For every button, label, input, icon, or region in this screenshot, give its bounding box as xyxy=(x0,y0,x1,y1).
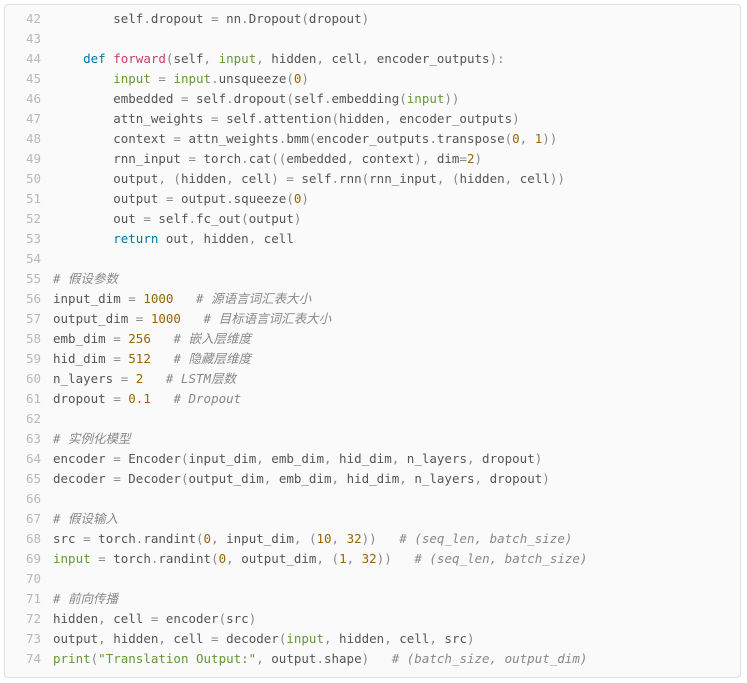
line-code: dropout = 0.1 # Dropout xyxy=(53,389,241,409)
code-line: 66 xyxy=(5,489,740,509)
line-number: 74 xyxy=(5,649,53,669)
code-line: 57output_dim = 1000 # 目标语言词汇表大小 xyxy=(5,309,740,329)
line-code: out = self.fc_out(output) xyxy=(53,209,301,229)
line-number: 59 xyxy=(5,349,53,369)
code-line: 46 embedded = self.dropout(self.embeddin… xyxy=(5,89,740,109)
line-code: input = torch.randint(0, output_dim, (1,… xyxy=(53,549,587,569)
line-number: 43 xyxy=(5,29,53,49)
line-code: context = attn_weights.bmm(encoder_outpu… xyxy=(53,129,557,149)
line-number: 73 xyxy=(5,629,53,649)
line-code: output_dim = 1000 # 目标语言词汇表大小 xyxy=(53,309,331,329)
line-number: 60 xyxy=(5,369,53,389)
code-line: 67# 假设输入 xyxy=(5,509,740,529)
line-number: 55 xyxy=(5,269,53,289)
line-code: decoder = Decoder(output_dim, emb_dim, h… xyxy=(53,469,550,489)
line-number: 71 xyxy=(5,589,53,609)
code-line: 73output, hidden, cell = decoder(input, … xyxy=(5,629,740,649)
code-line: 48 context = attn_weights.bmm(encoder_ou… xyxy=(5,129,740,149)
code-line: 74print("Translation Output:", output.sh… xyxy=(5,649,740,669)
line-code: encoder = Encoder(input_dim, emb_dim, hi… xyxy=(53,449,542,469)
line-number: 70 xyxy=(5,569,53,589)
line-number: 67 xyxy=(5,509,53,529)
code-line: 59hid_dim = 512 # 隐藏层维度 xyxy=(5,349,740,369)
line-number: 58 xyxy=(5,329,53,349)
line-code: return out, hidden, cell xyxy=(53,229,294,249)
line-number: 53 xyxy=(5,229,53,249)
code-line: 72hidden, cell = encoder(src) xyxy=(5,609,740,629)
line-number: 47 xyxy=(5,109,53,129)
line-code: input = input.unsqueeze(0) xyxy=(53,69,309,89)
line-number: 62 xyxy=(5,409,53,429)
line-number: 51 xyxy=(5,189,53,209)
code-line: 50 output, (hidden, cell) = self.rnn(rnn… xyxy=(5,169,740,189)
code-line: 60n_layers = 2 # LSTM层数 xyxy=(5,369,740,389)
line-code: self.dropout = nn.Dropout(dropout) xyxy=(53,9,369,29)
code-line: 45 input = input.unsqueeze(0) xyxy=(5,69,740,89)
line-number: 50 xyxy=(5,169,53,189)
line-number: 66 xyxy=(5,489,53,509)
code-line: 47 attn_weights = self.attention(hidden,… xyxy=(5,109,740,129)
code-line: 49 rnn_input = torch.cat((embedded, cont… xyxy=(5,149,740,169)
line-number: 61 xyxy=(5,389,53,409)
line-number: 46 xyxy=(5,89,53,109)
code-line: 65decoder = Decoder(output_dim, emb_dim,… xyxy=(5,469,740,489)
code-line: 64encoder = Encoder(input_dim, emb_dim, … xyxy=(5,449,740,469)
line-code: embedded = self.dropout(self.embedding(i… xyxy=(53,89,459,109)
code-line: 70 xyxy=(5,569,740,589)
line-code: output, (hidden, cell) = self.rnn(rnn_in… xyxy=(53,169,565,189)
line-number: 52 xyxy=(5,209,53,229)
code-line: 42 self.dropout = nn.Dropout(dropout) xyxy=(5,9,740,29)
line-code: # 前向传播 xyxy=(53,589,118,609)
line-code: print("Translation Output:", output.shap… xyxy=(53,649,587,669)
line-code: # 实例化模型 xyxy=(53,429,131,449)
line-number: 49 xyxy=(5,149,53,169)
code-line: 54 xyxy=(5,249,740,269)
line-code: output, hidden, cell = decoder(input, hi… xyxy=(53,629,475,649)
line-number: 42 xyxy=(5,9,53,29)
code-line: 52 out = self.fc_out(output) xyxy=(5,209,740,229)
line-number: 68 xyxy=(5,529,53,549)
code-line: 55# 假设参数 xyxy=(5,269,740,289)
code-line: 62 xyxy=(5,409,740,429)
line-code: n_layers = 2 # LSTM层数 xyxy=(53,369,236,389)
line-code: rnn_input = torch.cat((embedded, context… xyxy=(53,149,482,169)
line-code: # 假设参数 xyxy=(53,269,118,289)
line-number: 45 xyxy=(5,69,53,89)
code-line: 58emb_dim = 256 # 嵌入层维度 xyxy=(5,329,740,349)
line-code: src = torch.randint(0, input_dim, (10, 3… xyxy=(53,529,572,549)
line-code: # 假设输入 xyxy=(53,509,118,529)
line-number: 63 xyxy=(5,429,53,449)
line-code: hid_dim = 512 # 隐藏层维度 xyxy=(53,349,251,369)
line-number: 48 xyxy=(5,129,53,149)
line-code: input_dim = 1000 # 源语言词汇表大小 xyxy=(53,289,311,309)
line-number: 69 xyxy=(5,549,53,569)
code-line: 43 xyxy=(5,29,740,49)
code-line: 51 output = output.squeeze(0) xyxy=(5,189,740,209)
code-line: 56input_dim = 1000 # 源语言词汇表大小 xyxy=(5,289,740,309)
line-number: 65 xyxy=(5,469,53,489)
code-block: 42 self.dropout = nn.Dropout(dropout)434… xyxy=(4,4,741,678)
line-code: hidden, cell = encoder(src) xyxy=(53,609,256,629)
line-number: 64 xyxy=(5,449,53,469)
code-line: 44 def forward(self, input, hidden, cell… xyxy=(5,49,740,69)
line-code: output = output.squeeze(0) xyxy=(53,189,309,209)
line-number: 44 xyxy=(5,49,53,69)
line-code: def forward(self, input, hidden, cell, e… xyxy=(53,49,505,69)
code-line: 71# 前向传播 xyxy=(5,589,740,609)
line-number: 54 xyxy=(5,249,53,269)
line-code: emb_dim = 256 # 嵌入层维度 xyxy=(53,329,251,349)
line-number: 57 xyxy=(5,309,53,329)
code-content[interactable]: 42 self.dropout = nn.Dropout(dropout)434… xyxy=(5,5,740,677)
code-line: 68src = torch.randint(0, input_dim, (10,… xyxy=(5,529,740,549)
code-line: 63# 实例化模型 xyxy=(5,429,740,449)
line-number: 56 xyxy=(5,289,53,309)
code-line: 69input = torch.randint(0, output_dim, (… xyxy=(5,549,740,569)
code-line: 53 return out, hidden, cell xyxy=(5,229,740,249)
code-line: 61dropout = 0.1 # Dropout xyxy=(5,389,740,409)
line-code: attn_weights = self.attention(hidden, en… xyxy=(53,109,520,129)
line-number: 72 xyxy=(5,609,53,629)
